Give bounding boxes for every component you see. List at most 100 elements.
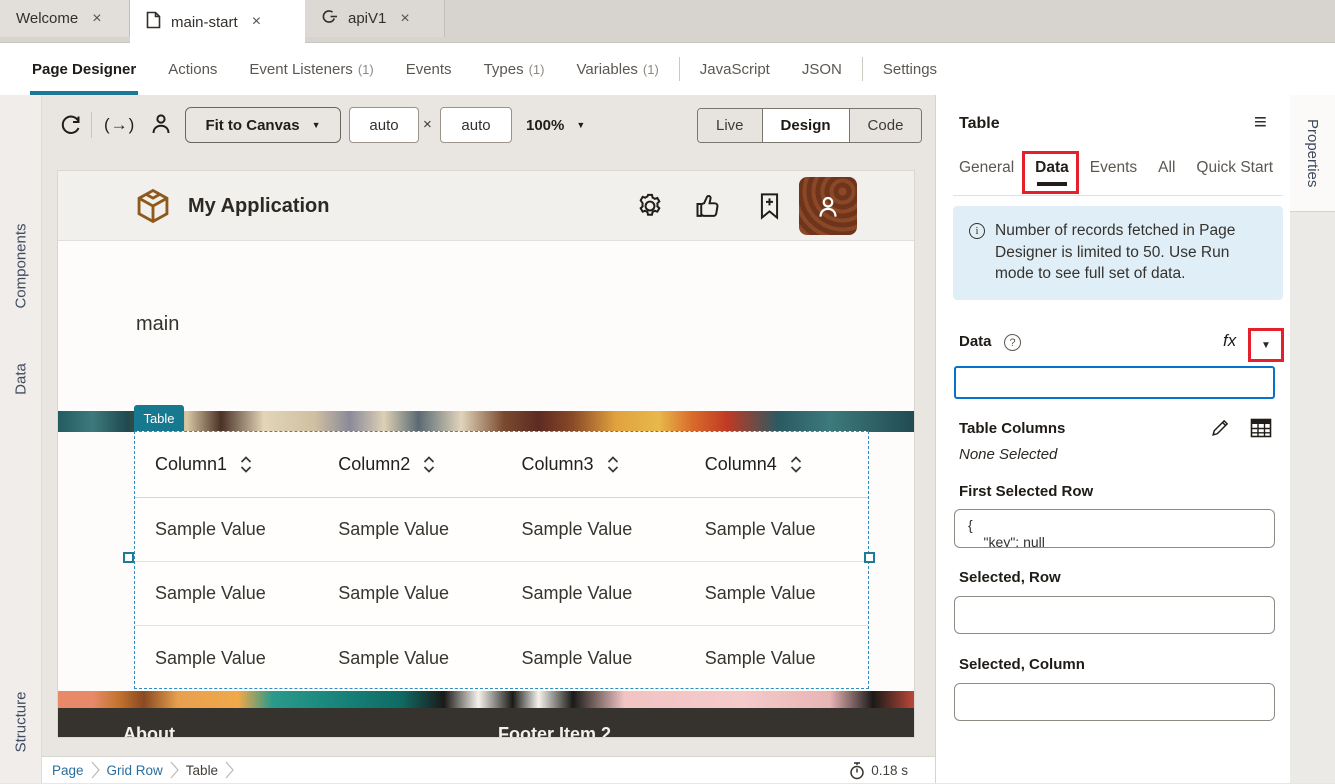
timer-value: 0.18 s xyxy=(871,763,908,778)
close-icon[interactable]: × xyxy=(92,10,101,28)
nav-types[interactable]: Types(1) xyxy=(468,43,561,95)
first-selected-row-value[interactable]: { "key": null xyxy=(954,509,1275,548)
sort-icon xyxy=(239,455,253,474)
footer-item-about[interactable]: About xyxy=(123,724,175,738)
selected-column-label: Selected, Column xyxy=(959,656,1085,673)
decorative-banner-top xyxy=(58,411,915,432)
annotation-highlight-dropdown xyxy=(1248,328,1284,362)
selection-handle-left[interactable] xyxy=(123,552,134,563)
refresh-icon[interactable] xyxy=(58,112,84,143)
properties-tabs: General Data Events All Quick Start xyxy=(959,150,1273,186)
tab-welcome[interactable]: Welcome × xyxy=(0,0,130,37)
chevron-right-icon xyxy=(170,761,179,779)
footer-item-2[interactable]: Footer Item 2 xyxy=(498,724,611,738)
close-icon[interactable]: × xyxy=(252,13,261,31)
column-header[interactable]: Column2 xyxy=(318,432,501,497)
data-input[interactable] xyxy=(954,366,1275,399)
design-workarea: (→) Fit to Canvas ▼ × 100% ▼ Live Design… xyxy=(42,95,935,756)
menu-icon[interactable]: ≡ xyxy=(1254,109,1267,135)
chevron-right-icon xyxy=(91,761,100,779)
nav-javascript[interactable]: JavaScript xyxy=(684,43,786,95)
tab-events[interactable]: Events xyxy=(1090,150,1137,186)
data-field-label: Data xyxy=(959,333,992,350)
table-header-row: Column1 Column2 Column3 Column4 xyxy=(135,432,868,498)
nav-divider xyxy=(862,57,863,81)
table-row[interactable]: Sample Value Sample Value Sample Value S… xyxy=(135,626,868,690)
selected-row-label: Selected, Row xyxy=(959,569,1061,586)
expression-fx-icon[interactable]: fx xyxy=(1223,331,1236,351)
tabs-divider xyxy=(953,195,1283,196)
help-icon[interactable]: ? xyxy=(1004,334,1021,351)
render-timer: 0.18 s xyxy=(849,757,908,784)
table-component[interactable]: Column1 Column2 Column3 Column4 Sample V… xyxy=(134,431,869,689)
mode-code-button[interactable]: Code xyxy=(850,109,922,142)
chevron-right-icon xyxy=(225,761,234,779)
toolbar-divider xyxy=(91,112,92,138)
zoom-dropdown[interactable]: 100% ▼ xyxy=(526,107,585,143)
selected-component-badge: Table xyxy=(134,405,184,431)
person-icon xyxy=(813,191,843,221)
api-endpoint-icon xyxy=(321,8,338,29)
selection-handle-right[interactable] xyxy=(864,552,875,563)
designer-navbar: Page Designer Actions Event Listeners(1)… xyxy=(0,43,1335,95)
rail-tab-components[interactable]: Components xyxy=(13,223,30,308)
close-icon[interactable]: × xyxy=(400,10,409,28)
info-icon: i xyxy=(969,223,985,239)
table-row[interactable]: Sample Value Sample Value Sample Value S… xyxy=(135,498,868,562)
properties-title: Table xyxy=(959,115,1000,133)
breadcrumb-table[interactable]: Table xyxy=(186,763,218,778)
breadcrumb-grid-row[interactable]: Grid Row xyxy=(107,763,163,778)
tab-all[interactable]: All xyxy=(1158,150,1175,186)
sort-icon xyxy=(422,455,436,474)
document-icon xyxy=(146,11,161,33)
nav-event-listeners[interactable]: Event Listeners(1) xyxy=(233,43,389,95)
rail-tab-structure[interactable]: Structure xyxy=(13,692,30,753)
selected-row-input[interactable] xyxy=(954,596,1275,634)
tab-main-start[interactable]: main-start × xyxy=(130,0,305,44)
nav-page-designer[interactable]: Page Designer xyxy=(16,43,152,95)
rail-tab-data[interactable]: Data xyxy=(13,363,30,395)
bookmark-add-icon[interactable] xyxy=(757,171,782,241)
annotation-highlight-data-tab xyxy=(1022,151,1079,194)
nav-settings[interactable]: Settings xyxy=(867,43,953,95)
avatar[interactable] xyxy=(799,177,857,235)
breadcrumb-page[interactable]: Page xyxy=(52,763,84,778)
selected-column-input[interactable] xyxy=(954,683,1275,721)
tab-apiv1-label: apiV1 xyxy=(348,10,386,27)
thumbs-up-icon[interactable] xyxy=(694,171,722,241)
column-header[interactable]: Column4 xyxy=(685,432,868,497)
user-preview-icon[interactable] xyxy=(148,111,174,142)
mode-live-button[interactable]: Live xyxy=(698,109,763,142)
rail-tab-properties[interactable]: Properties xyxy=(1290,95,1335,212)
tab-main-start-label: main-start xyxy=(171,14,238,31)
nav-divider xyxy=(679,57,680,81)
fit-to-canvas-dropdown[interactable]: Fit to Canvas ▼ xyxy=(185,107,341,143)
edit-pencil-icon[interactable] xyxy=(1209,417,1231,443)
tab-quick-start[interactable]: Quick Start xyxy=(1196,150,1273,186)
column-header[interactable]: Column3 xyxy=(502,432,685,497)
column-header[interactable]: Column1 xyxy=(135,432,318,497)
right-rail: Properties xyxy=(1290,95,1335,783)
page-main-label[interactable]: main xyxy=(136,313,179,336)
chevron-down-icon: ▼ xyxy=(576,120,585,130)
mode-design-button[interactable]: Design xyxy=(763,109,850,142)
nav-events[interactable]: Events xyxy=(390,43,468,95)
nav-actions[interactable]: Actions xyxy=(152,43,233,95)
navigate-action-icon[interactable]: (→) xyxy=(104,115,135,135)
status-bar: Page Grid Row Table 0.18 s xyxy=(42,756,935,783)
gear-icon[interactable] xyxy=(636,171,664,241)
table-row[interactable]: Sample Value Sample Value Sample Value S… xyxy=(135,562,868,626)
canvas-width-input[interactable] xyxy=(349,107,419,143)
active-underline xyxy=(30,91,138,95)
page-designer-app: Welcome × main-start × apiV1 × Page Desi… xyxy=(0,0,1335,783)
sort-icon xyxy=(789,455,803,474)
tab-apiv1[interactable]: apiV1 × xyxy=(305,0,445,37)
tab-general[interactable]: General xyxy=(959,150,1014,186)
left-rail: Components Data Structure xyxy=(0,95,42,783)
app-header[interactable]: My Application xyxy=(58,171,915,241)
table-grid-icon[interactable] xyxy=(1250,418,1272,442)
nav-json[interactable]: JSON xyxy=(786,43,858,95)
canvas-height-input[interactable] xyxy=(440,107,512,143)
nav-variables[interactable]: Variables(1) xyxy=(560,43,674,95)
design-canvas[interactable]: My Application main Table Col xyxy=(57,170,915,738)
